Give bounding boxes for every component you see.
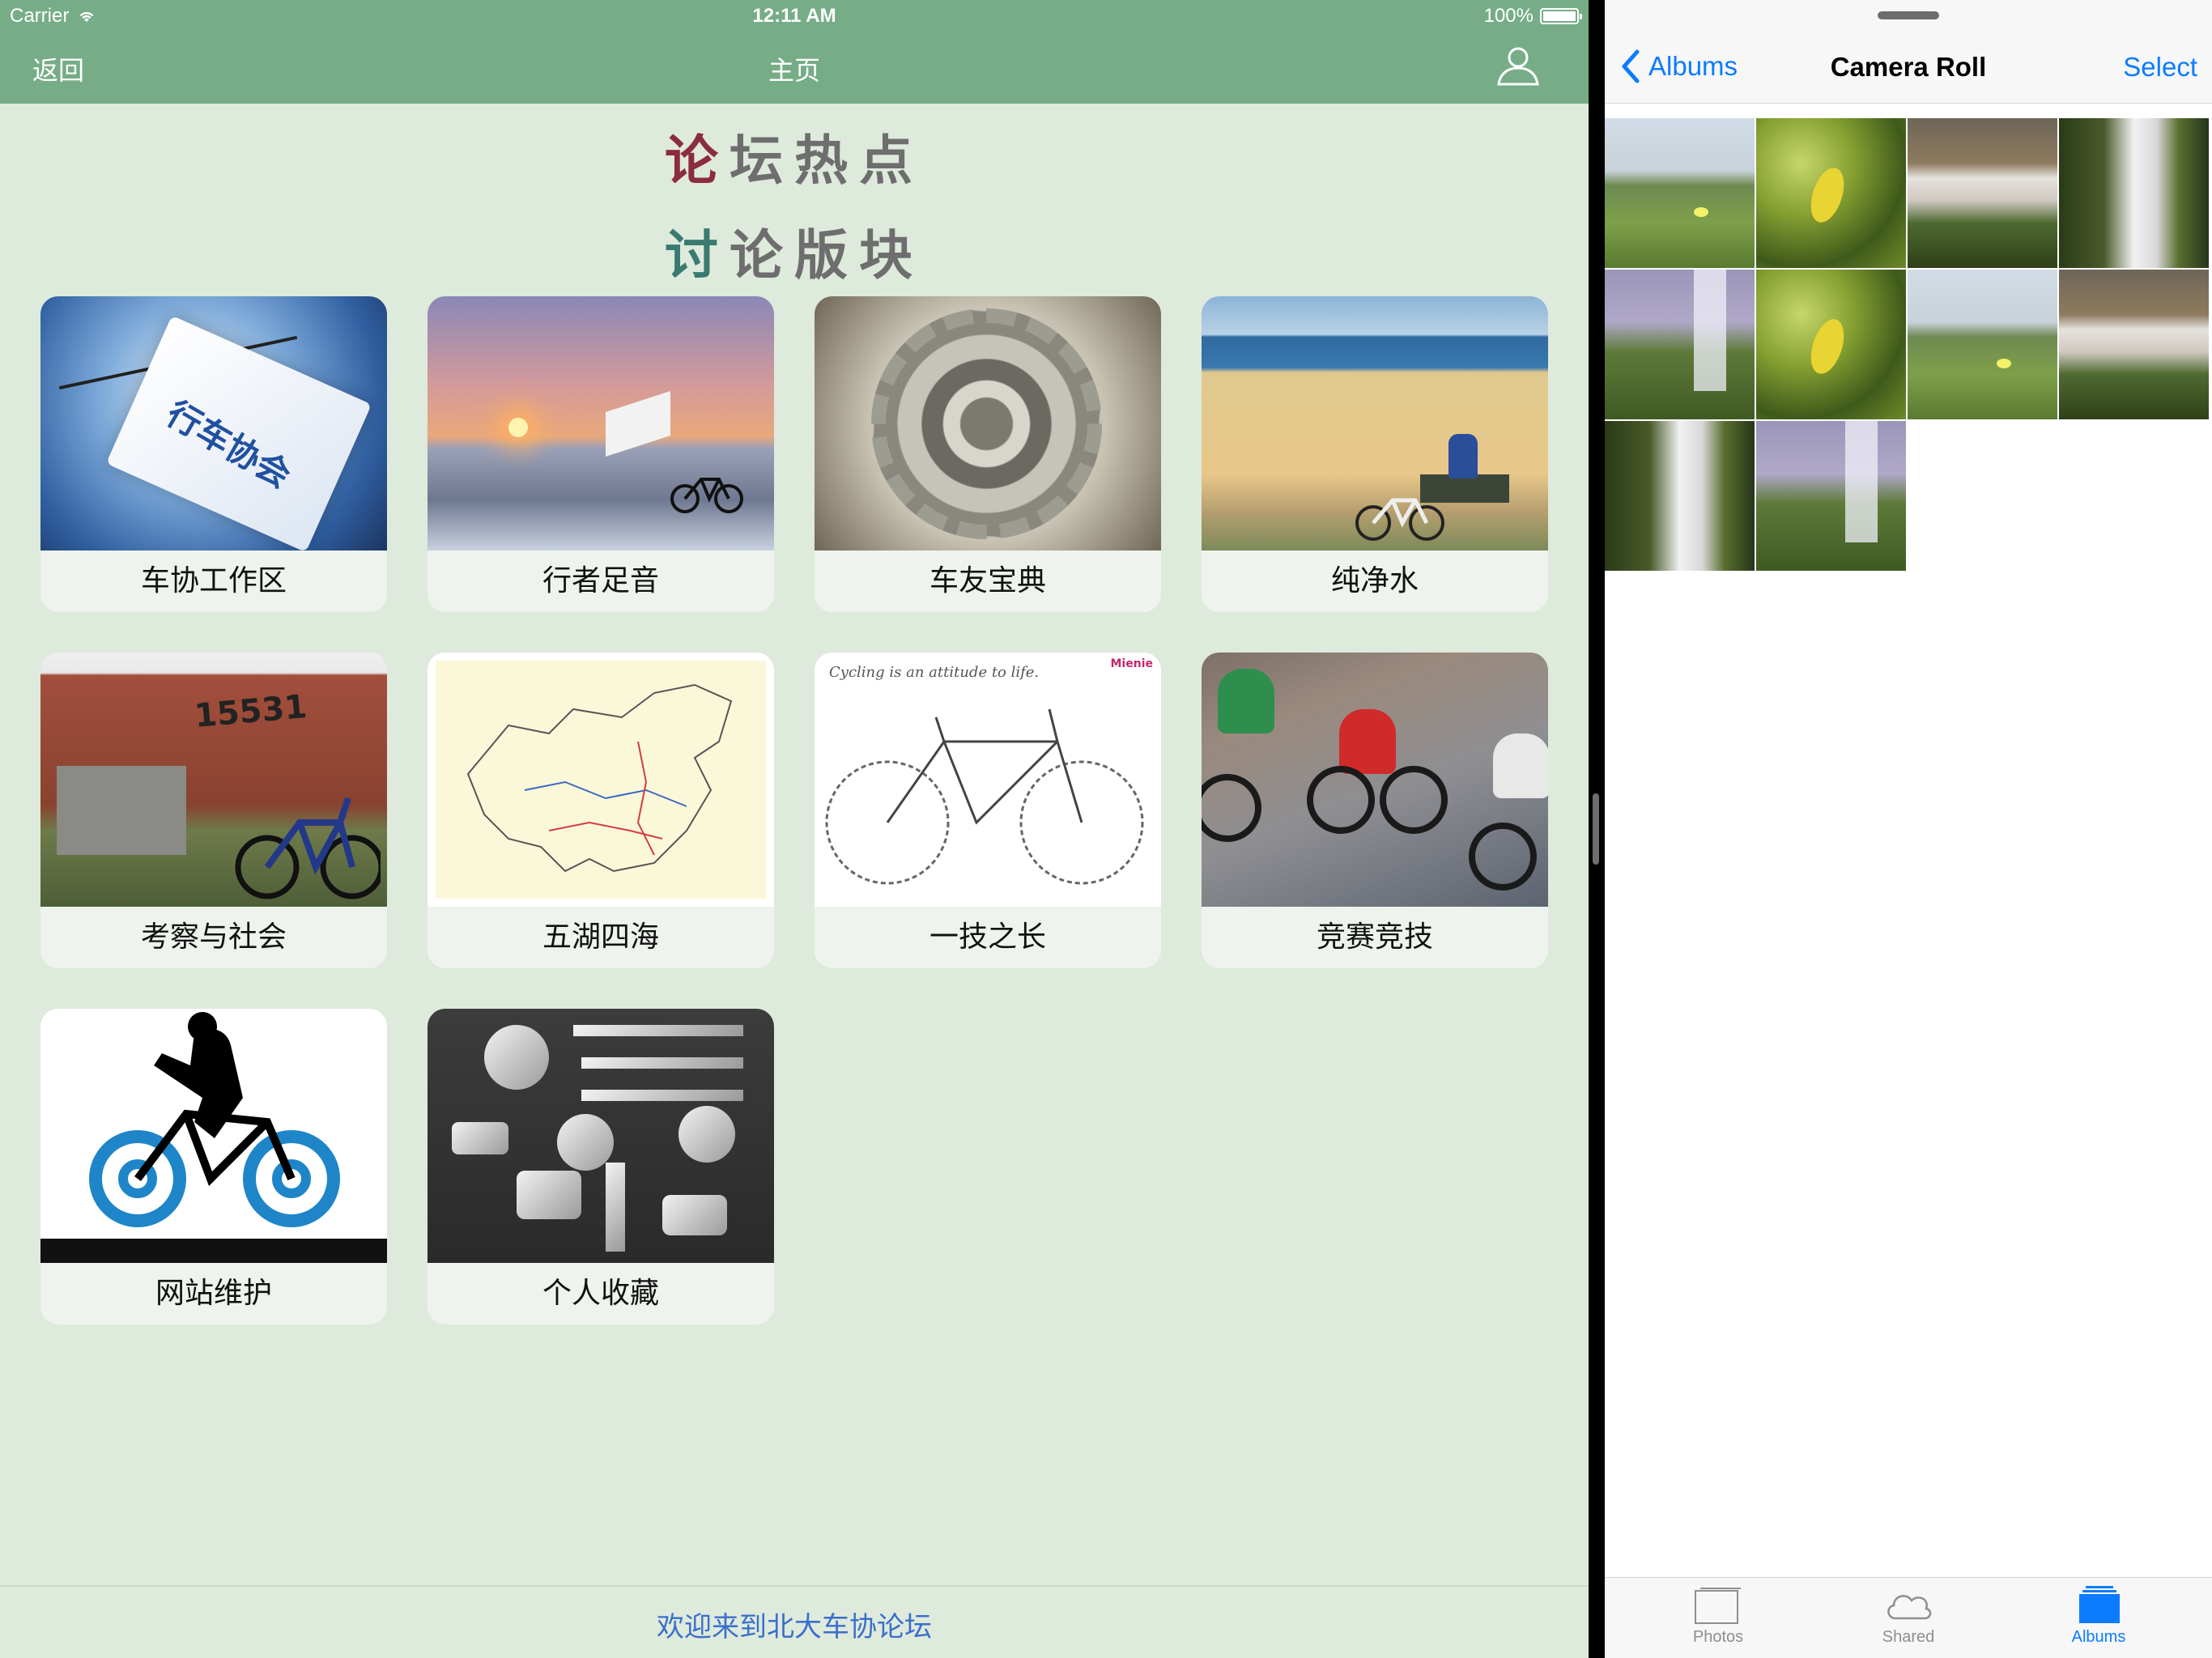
board-card-special-skills[interactable]: Cycling is an attitude to life. Mienie 一… (815, 653, 1161, 968)
thumbnail-brand: Mienie (1110, 657, 1154, 670)
board-label: 纯净水 (1330, 564, 1419, 597)
thumbnail-caption: Cycling is an attitude to life. (829, 664, 1040, 681)
tab-shared-label: Shared (1882, 1628, 1935, 1646)
board-thumbnail (428, 653, 774, 907)
photo-grid (1605, 118, 2209, 571)
user-icon[interactable] (1496, 45, 1540, 86)
photo-thumbnail[interactable] (1908, 118, 2057, 268)
board-card-site-maintenance[interactable]: 网站维护 (40, 1009, 387, 1324)
banner-board-first-char: 讨 (665, 224, 730, 287)
split-view-divider[interactable] (1589, 0, 1605, 1658)
board-thumbnail: 行车协会 (40, 296, 387, 551)
board-card-cycling-handbook[interactable]: 车友宝典 (815, 296, 1161, 612)
board-card-association-work[interactable]: 行车协会 车协工作区 (40, 296, 387, 612)
board-thumbnail (1202, 296, 1548, 551)
photo-thumbnail[interactable] (2059, 118, 2209, 268)
tab-photos-label: Photos (1692, 1628, 1744, 1646)
cloud-icon (1887, 1595, 1932, 1620)
photo-thumbnail[interactable] (1756, 421, 1906, 571)
select-button[interactable]: Select (2123, 52, 2197, 83)
battery-percent: 100% (1483, 5, 1534, 27)
tab-shared[interactable]: Shared (1852, 1586, 1965, 1647)
board-card-personal-collection[interactable]: 个人收藏 (428, 1009, 774, 1324)
discussion-boards-banner: 讨论版块 (0, 212, 1589, 290)
photo-thumbnail[interactable] (1756, 270, 1906, 419)
board-label: 个人收藏 (542, 1277, 659, 1310)
board-label: 竞赛竞技 (1316, 920, 1433, 954)
banner-hot-rest: 坛热点 (730, 130, 924, 192)
board-label: 行者足音 (542, 564, 659, 597)
album-title: Camera Roll (1830, 52, 1987, 82)
albums-icon (2079, 1586, 2120, 1623)
slide-over-grabber[interactable] (1878, 11, 1939, 19)
board-thumbnail (428, 296, 774, 551)
board-thumbnail: 15531 (40, 653, 387, 907)
banner-board-rest: 论版块 (730, 224, 924, 287)
navigation-bar: Carrier 12:11 AM 100% 返回 主页 (0, 0, 1589, 104)
photos-icon (1695, 1588, 1741, 1624)
board-card-travel-footsteps[interactable]: 行者足音 (428, 296, 774, 612)
board-thumbnail (428, 1009, 774, 1263)
board-thumbnail (1202, 653, 1548, 907)
board-label: 车协工作区 (140, 564, 287, 597)
board-label: 网站维护 (155, 1277, 272, 1310)
board-card-pure-water[interactable]: 纯净水 (1202, 296, 1548, 612)
photo-thumbnail[interactable] (1908, 270, 2057, 419)
forum-hot-topics-banner[interactable]: 论坛热点 (0, 117, 1589, 195)
thumbnail-wall-text: 15531 (193, 688, 308, 735)
board-label: 车友宝典 (929, 564, 1046, 597)
battery-icon (1540, 8, 1582, 24)
board-grid: 行车协会 车协工作区 行者足音 车友宝典 纯净水 15531 考察与社会 五湖四… (40, 296, 1548, 1324)
photo-thumbnail[interactable] (1605, 118, 1755, 268)
photos-navigation-bar: Albums Camera Roll Select (1605, 0, 2212, 104)
board-thumbnail (40, 1009, 387, 1263)
photo-thumbnail[interactable] (2059, 270, 2209, 419)
photo-thumbnail[interactable] (1605, 270, 1755, 419)
tab-albums[interactable]: Albums (2042, 1586, 2155, 1647)
forum-app: Carrier 12:11 AM 100% 返回 主页 论坛热点 讨论版块 行车… (0, 0, 1589, 1658)
board-card-competition[interactable]: 竞赛竞技 (1202, 653, 1548, 968)
board-label: 考察与社会 (140, 920, 287, 954)
tab-bar: Photos Shared Albums (1605, 1577, 2212, 1658)
page-title: 主页 (768, 55, 820, 86)
board-card-survey-society[interactable]: 15531 考察与社会 (40, 653, 387, 968)
status-bar: Carrier 12:11 AM 100% (0, 0, 1589, 32)
board-label: 一技之长 (929, 920, 1046, 954)
board-card-far-and-wide[interactable]: 五湖四海 (428, 653, 774, 968)
board-thumbnail: Cycling is an attitude to life. Mienie (815, 653, 1161, 907)
footer-bar: 欢迎来到北大车协论坛 (0, 1585, 1589, 1658)
photos-app: Albums Camera Roll Select Photos Shared … (1605, 0, 2212, 1658)
tab-albums-label: Albums (2071, 1628, 2126, 1646)
clock: 12:11 AM (752, 5, 836, 27)
board-label: 五湖四海 (542, 920, 659, 954)
divider-handle[interactable] (1593, 793, 1599, 865)
banner-hot-first-char: 论 (665, 130, 730, 192)
photo-thumbnail[interactable] (1756, 118, 1906, 268)
photo-thumbnail[interactable] (1605, 421, 1755, 571)
tab-photos[interactable]: Photos (1661, 1586, 1775, 1647)
battery-indicator: 100% (1483, 5, 1582, 28)
welcome-message: 欢迎来到北大车协论坛 (657, 1611, 932, 1643)
board-thumbnail (815, 296, 1161, 551)
